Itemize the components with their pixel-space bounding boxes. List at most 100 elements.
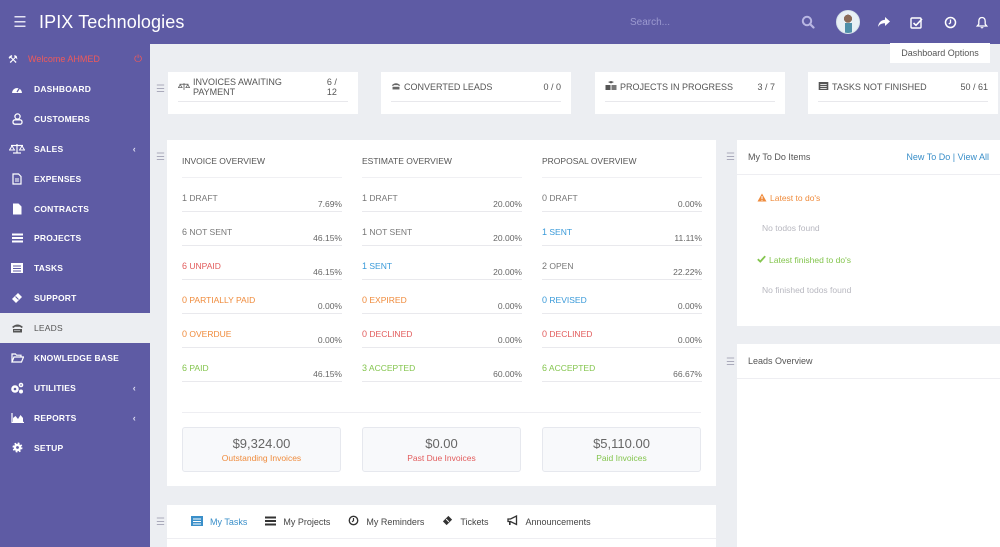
overview-row[interactable]: 6 ACCEPTED 66.67% xyxy=(542,348,702,382)
status-label: 0 OVERDUE xyxy=(182,329,231,339)
status-count: 6 xyxy=(182,363,188,373)
overview-row[interactable]: 0 REVISED 0.00% xyxy=(542,280,702,314)
bars-icon xyxy=(265,516,277,528)
drag-handle-icon[interactable]: ☰ xyxy=(156,84,165,95)
balance-scale-icon xyxy=(177,82,191,93)
tab-tickets[interactable]: Tickets xyxy=(442,515,489,528)
clock-icon[interactable] xyxy=(939,11,961,33)
paid-invoices-card[interactable]: $5,110.00 Paid Invoices xyxy=(542,427,701,472)
overview-row[interactable]: 1 NOT SENT 20.00% xyxy=(362,212,522,246)
file-invoice-icon xyxy=(0,173,34,185)
overview-row[interactable]: 1 DRAFT 7.69% xyxy=(182,178,342,212)
progress-track xyxy=(605,101,775,102)
overview-row[interactable]: 6 NOT SENT 46.15% xyxy=(182,212,342,246)
overview-row[interactable]: 0 PARTIALLY PAID 0.00% xyxy=(182,280,342,314)
status-name: NOT SENT xyxy=(189,227,233,237)
stat-value: 3 / 7 xyxy=(757,82,775,92)
drag-handle-icon[interactable]: ☰ xyxy=(156,517,165,528)
tasks-icon xyxy=(0,263,34,274)
status-percent: 22.22% xyxy=(673,267,702,277)
status-label: 0 PARTIALLY PAID xyxy=(182,295,255,305)
sidebar-item-label: REPORTS xyxy=(34,412,77,423)
caption: Past Due Invoices xyxy=(407,453,476,463)
search-icon[interactable] xyxy=(797,11,819,33)
sidebar-item-setup[interactable]: SETUP xyxy=(0,433,150,463)
share-icon[interactable] xyxy=(873,11,895,33)
sidebar-item-dashboard[interactable]: DASHBOARD xyxy=(0,74,150,104)
status-name: PARTIALLY PAID xyxy=(189,295,256,305)
status-count: 6 xyxy=(542,363,548,373)
status-label: 1 SENT xyxy=(362,261,392,271)
tab-label: My Tasks xyxy=(210,516,248,527)
dashboard-options-button[interactable]: Dashboard Options xyxy=(890,43,990,63)
past-due-invoices-card[interactable]: $0.00 Past Due Invoices xyxy=(362,427,521,472)
welcome-bar: ⚒ Welcome AHMED ⏻ xyxy=(0,44,150,74)
overview-row[interactable]: 0 EXPIRED 0.00% xyxy=(362,280,522,314)
overview-row[interactable]: 2 OPEN 22.22% xyxy=(542,246,702,280)
stat-label: CONVERTED LEADS xyxy=(404,82,493,92)
overview-row[interactable]: 1 SENT 20.00% xyxy=(362,246,522,280)
status-percent: 20.00% xyxy=(493,233,522,243)
overview-row[interactable]: 0 DECLINED 0.00% xyxy=(542,314,702,348)
stat-card-invoices-awaiting: INVOICES AWAITING PAYMENT 6 / 12 xyxy=(168,72,358,114)
proposal-overview: PROPOSAL OVERVIEW 0 DRAFT 0.00% 1 SENT 11.1… xyxy=(542,140,702,382)
overview-row[interactable]: 6 UNPAID 46.15% xyxy=(182,246,342,280)
drag-handle-icon[interactable]: ☰ xyxy=(726,152,735,163)
status-count: 6 xyxy=(182,227,188,237)
tab-my-tasks[interactable]: My Tasks xyxy=(191,515,248,528)
overview-row[interactable]: 0 DECLINED 0.00% xyxy=(362,314,522,348)
avatar[interactable] xyxy=(836,10,860,34)
amount: $9,324.00 xyxy=(232,436,291,451)
overview-row[interactable]: 1 DRAFT 20.00% xyxy=(362,178,522,212)
search-input[interactable] xyxy=(622,12,782,32)
bell-icon[interactable] xyxy=(971,11,993,33)
view-all-link[interactable]: | View All xyxy=(953,152,989,162)
tab-announcements[interactable]: Announcements xyxy=(506,514,591,528)
sidebar-item-label: CONTRACTS xyxy=(34,203,90,214)
overview-row[interactable]: 3 ACCEPTED 60.00% xyxy=(362,348,522,382)
overview-row[interactable]: 1 SENT 11.11% xyxy=(542,212,702,246)
sidebar-item-support[interactable]: SUPPORT xyxy=(0,283,150,313)
status-percent: 60.00% xyxy=(493,369,522,379)
overview-row[interactable]: 0 DRAFT 0.00% xyxy=(542,178,702,212)
sidebar-item-label: CUSTOMERS xyxy=(34,113,90,124)
status-name: DRAFT xyxy=(549,193,578,203)
new-todo-link[interactable]: New To Do xyxy=(906,152,950,162)
overview-row[interactable]: 0 OVERDUE 0.00% xyxy=(182,314,342,348)
logout-power-icon[interactable]: ⏻ xyxy=(134,54,142,65)
tab-my-reminders[interactable]: My Reminders xyxy=(348,515,424,528)
sidebar-item-customers[interactable]: CUSTOMERS xyxy=(0,104,150,134)
drag-handle-icon[interactable]: ☰ xyxy=(726,357,735,368)
sidebar-item-reports[interactable]: REPORTS ‹ xyxy=(0,403,150,433)
status-label: 3 ACCEPTED xyxy=(362,363,415,373)
tab-my-projects[interactable]: My Projects xyxy=(265,516,330,528)
caption: Outstanding Invoices xyxy=(221,453,302,463)
status-name: DECLINED xyxy=(549,329,593,339)
finance-overview-panel: INVOICE OVERVIEW 1 DRAFT 7.69% 6 NOT SENT 4… xyxy=(167,140,716,486)
status-count: 1 xyxy=(362,193,368,203)
sidebar-item-expenses[interactable]: EXPENSES xyxy=(0,164,150,194)
sidebar-item-projects[interactable]: PROJECTS xyxy=(0,223,150,253)
stat-value: 50 / 61 xyxy=(960,82,988,92)
stat-card-tasks-not-finished: TASKS NOT FINISHED 50 / 61 xyxy=(808,72,998,114)
sidebar-item-utilities[interactable]: UTILITIES ‹ xyxy=(0,373,150,403)
column-title: INVOICE OVERVIEW xyxy=(182,156,342,178)
checkbox-icon[interactable] xyxy=(905,11,927,33)
sidebar-item-leads[interactable]: LEADS xyxy=(0,313,150,344)
drag-handle-icon[interactable]: ☰ xyxy=(156,152,165,163)
status-count: 0 xyxy=(182,329,188,339)
progress-track xyxy=(391,101,561,102)
status-label: 0 DECLINED xyxy=(362,329,412,339)
hamburger-menu-icon[interactable]: ☰ xyxy=(5,13,35,31)
overview-row[interactable]: 6 PAID 46.15% xyxy=(182,348,342,382)
balance-scale-icon xyxy=(0,143,34,154)
sidebar-item-contracts[interactable]: CONTRACTS xyxy=(0,194,150,224)
sidebar-item-sales[interactable]: SALES ‹ xyxy=(0,134,150,164)
empty-finished-todos-text: No finished todos found xyxy=(762,285,852,295)
sidebar-item-knowledge-base[interactable]: KNOWLEDGE BASE xyxy=(0,343,150,373)
status-name: SENT xyxy=(369,261,393,271)
status-name: UNPAID xyxy=(189,261,221,271)
outstanding-invoices-card[interactable]: $9,324.00 Outstanding Invoices xyxy=(182,427,341,472)
status-percent: 66.67% xyxy=(673,369,702,379)
sidebar-item-tasks[interactable]: TASKS xyxy=(0,253,150,283)
